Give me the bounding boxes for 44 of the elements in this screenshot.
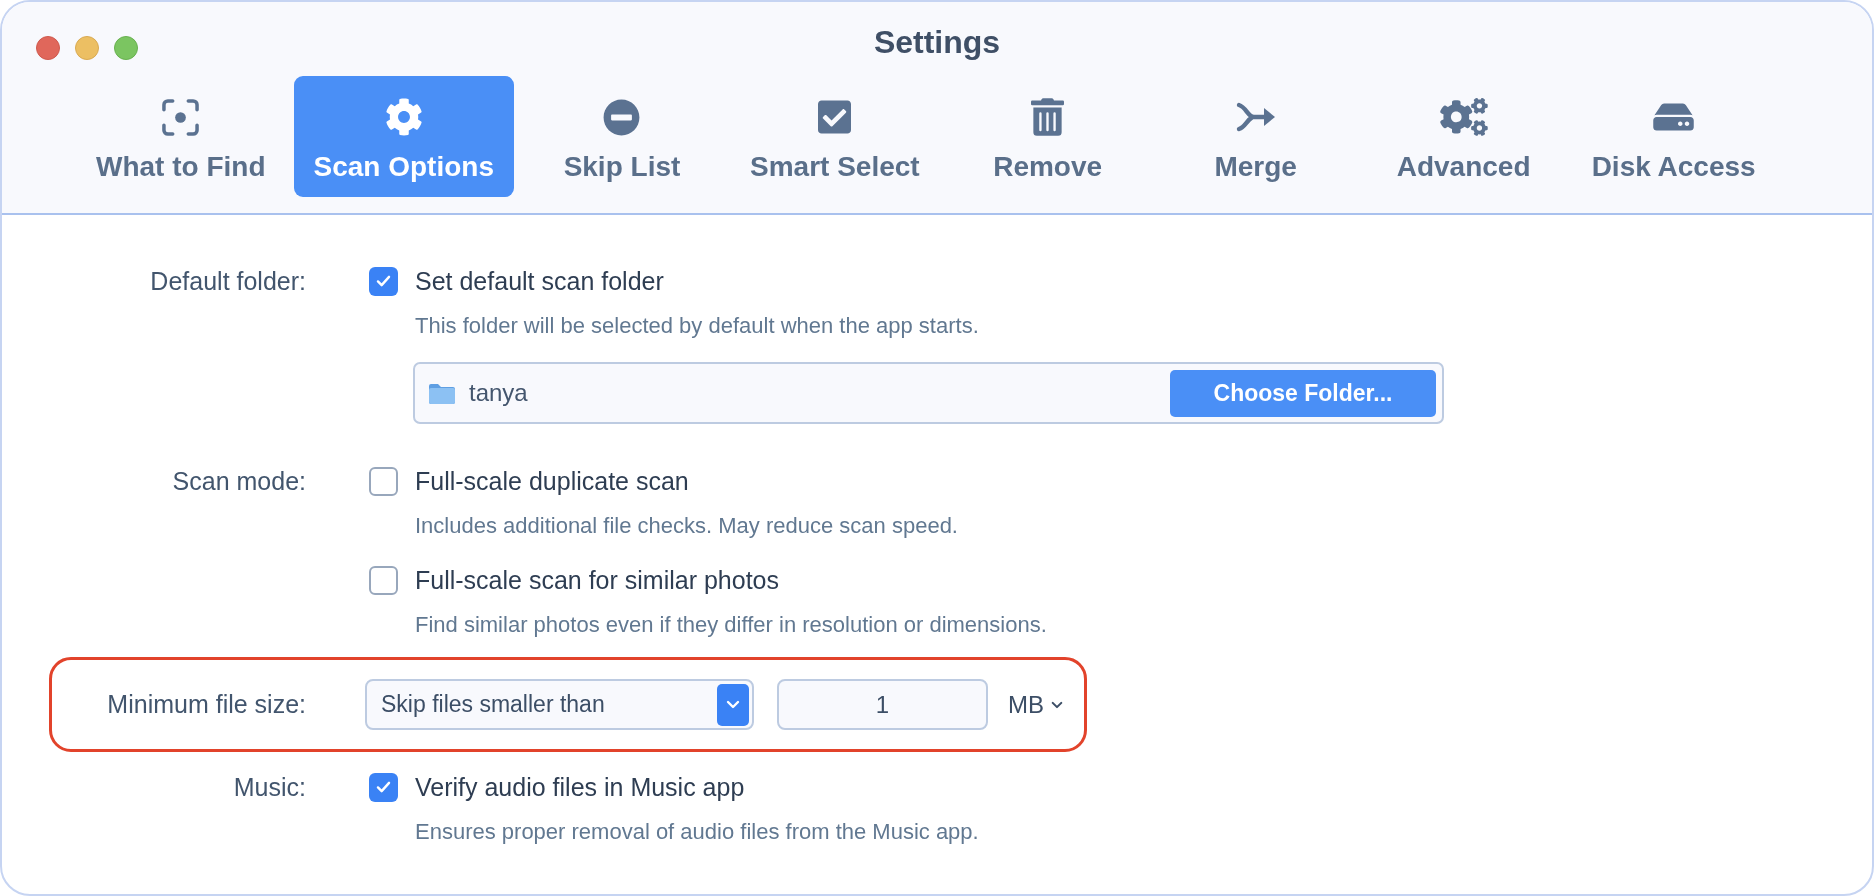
gears-icon <box>1439 98 1488 136</box>
setting-label: Default folder: <box>150 266 306 297</box>
gear-icon <box>384 98 423 136</box>
option-description: This folder will be selected by default when the app starts. <box>415 313 979 338</box>
folder-icon <box>429 382 455 404</box>
toolbar-tab[interactable]: Scan Options <box>293 76 514 197</box>
setting-label: Minimum file size: <box>107 689 306 720</box>
close-button[interactable] <box>36 36 60 60</box>
checkbox[interactable] <box>369 266 398 296</box>
checkbox-label[interactable]: Verify audio files in Music app <box>415 769 745 805</box>
size-input[interactable]: 1 <box>777 679 988 730</box>
checkmark-icon <box>376 781 391 793</box>
checkbox[interactable] <box>369 466 398 496</box>
toolbar-tab[interactable]: What to Find <box>76 76 286 197</box>
window-title: Settings <box>873 24 1001 60</box>
option-description: Ensures proper removal of audio files from the Music app. <box>415 819 979 844</box>
choose-folder-button[interactable]: Choose Folder... <box>1170 369 1436 417</box>
checkbox[interactable] <box>369 565 398 595</box>
checkbox-label[interactable]: Full-scale scan for similar photos <box>415 562 779 598</box>
unit-dropdown[interactable]: MB <box>1008 686 1063 723</box>
checkbox-label[interactable]: Set default scan folder <box>415 263 664 299</box>
minimize-button[interactable] <box>75 36 99 60</box>
zoom-button[interactable] <box>114 36 138 60</box>
filter-dropdown[interactable]: Skip files smaller than <box>365 679 754 730</box>
trash-icon <box>1031 98 1065 136</box>
checkmark-icon <box>376 275 391 287</box>
toolbar-tab[interactable]: Smart Select <box>730 76 940 197</box>
checkbox[interactable] <box>369 772 398 802</box>
toolbar-tab[interactable]: Disk Access <box>1571 76 1776 197</box>
folder-path-field[interactable]: tanya Choose Folder... <box>413 362 1444 424</box>
setting-label: Scan mode: <box>172 466 306 497</box>
setting-label: Music: <box>233 772 306 803</box>
option-description: Includes additional file checks. May reduce scan speed. <box>415 513 958 538</box>
chevron-down-icon <box>1051 700 1063 709</box>
viewfinder-icon <box>162 98 200 136</box>
toolbar-tab[interactable]: Merge <box>1155 76 1356 197</box>
toolbar-tab[interactable]: Skip List <box>522 76 722 197</box>
chevron-down-icon <box>717 683 749 726</box>
folder-name: tanya <box>469 378 528 408</box>
merge-arrow-icon <box>1235 102 1276 132</box>
toolbar-tab[interactable]: Advanced <box>1363 76 1564 197</box>
checkbox-label[interactable]: Full-scale duplicate scan <box>415 463 689 499</box>
toolbar-tab[interactable]: Remove <box>947 76 1148 197</box>
option-description: Find similar photos even if they differ in resolution or dimensions. <box>415 612 1047 637</box>
